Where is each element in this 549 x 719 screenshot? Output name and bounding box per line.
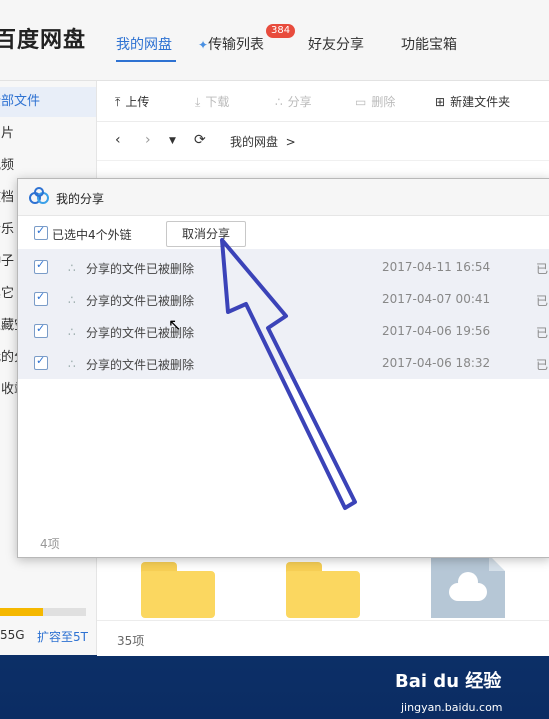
breadcrumb-root: 我的网盘 <box>230 135 279 149</box>
share-row[interactable]: ∴ 分享的文件已被删除 2017-04-07 00:41 已 <box>18 283 549 315</box>
row-checkbox[interactable] <box>34 322 48 338</box>
download-button[interactable]: ⤓ 下载 <box>195 93 229 110</box>
share-date: 2017-04-06 19:56 <box>382 324 491 338</box>
sidebar-item-images[interactable]: 图片 <box>0 119 96 149</box>
status-bar: 35项 <box>97 620 549 656</box>
top-bar: 百度网盘 我的网盘 ✦传输列表 384 好友分享 功能宝箱 <box>0 0 549 81</box>
upload-label: 上传 <box>125 95 150 109</box>
share-date: 2017-04-07 00:41 <box>382 292 491 306</box>
row-checkbox[interactable] <box>34 354 48 370</box>
dialog-header: 我的分享 <box>18 179 549 216</box>
watermark-url: jingyan.baidu.com <box>401 701 503 714</box>
trash-icon: ▭ <box>355 95 367 109</box>
breadcrumb-separator: > <box>285 135 296 149</box>
new-folder-button[interactable]: ⊞ 新建文件夹 <box>435 93 510 110</box>
share-list: ∴ 分享的文件已被删除 2017-04-11 16:54 已 ∴ 分享的文件已被… <box>18 249 549 379</box>
share-icon: ∴ <box>275 95 283 109</box>
toolbar: ⤒ 上传 ⤓ 下载 ∴ 分享 ▭ 删除 ⊞ 新建文件夹 <box>97 81 549 122</box>
selected-count-label: 已选中4个外链 <box>52 228 132 242</box>
cancel-share-button[interactable]: 取消分享 <box>166 221 246 247</box>
folder-item[interactable] <box>286 562 360 618</box>
cloud-file-item[interactable] <box>431 555 505 618</box>
baidu-netdisk-logo-icon <box>29 187 49 204</box>
tab-toolbox[interactable]: 功能宝箱 <box>401 34 457 54</box>
share-link-icon: ∴ <box>68 325 76 339</box>
share-name: 分享的文件已被删除 <box>86 294 195 308</box>
share-status: 已 <box>536 358 549 372</box>
select-all-checkbox[interactable] <box>34 224 48 240</box>
share-label: 分享 <box>287 95 312 109</box>
mouse-cursor-icon: ↖ <box>168 315 182 334</box>
expand-quota-link[interactable]: 扩容至5T <box>37 628 88 645</box>
new-folder-label: 新建文件夹 <box>450 95 511 109</box>
delete-button[interactable]: ▭ 删除 <box>355 93 395 110</box>
delete-label: 删除 <box>371 95 396 109</box>
share-name: 分享的文件已被删除 <box>86 262 195 276</box>
tab-friend-share[interactable]: 好友分享 <box>308 34 364 54</box>
share-row[interactable]: ∴ 分享的文件已被删除 2017-04-11 16:54 已 <box>18 251 549 283</box>
share-count: 4项 <box>40 537 60 551</box>
watermark-logo-text: Bai du 经验 <box>395 671 502 692</box>
share-link-icon: ∴ <box>68 261 76 275</box>
new-folder-icon: ⊞ <box>435 95 446 109</box>
quota-bar-fill <box>0 608 43 616</box>
quota-used-label: 55G <box>0 628 25 642</box>
share-link-icon: ∴ <box>68 293 76 307</box>
sidebar-item-all-files[interactable]: 全部文件 <box>0 87 96 117</box>
share-status: 已 <box>536 262 549 276</box>
upload-button[interactable]: ⤒ 上传 <box>115 93 149 110</box>
tab-transfer-label: 传输列表 <box>208 37 265 53</box>
row-checkbox[interactable] <box>34 258 48 274</box>
app-brand: 百度网盘 <box>0 28 87 53</box>
share-name: 分享的文件已被删除 <box>86 358 195 372</box>
download-icon: ⤓ <box>195 95 201 109</box>
forward-icon[interactable]: › <box>145 132 151 148</box>
baidu-jingyan-watermark: Bai du 经验 jingyan.baidu.com <box>395 667 503 714</box>
share-row[interactable]: ∴ 分享的文件已被删除 2017-04-06 19:56 已 <box>18 315 549 347</box>
share-date: 2017-04-11 16:54 <box>382 260 491 274</box>
selection-row: 已选中4个外链 <box>18 216 549 248</box>
nav-bar: ‹ › ▼ ⟳ 我的网盘 > <box>97 122 549 161</box>
quota-bar <box>0 608 86 616</box>
share-status: 已 <box>536 326 549 340</box>
share-status: 已 <box>536 294 549 308</box>
tab-transfer-list[interactable]: ✦传输列表 <box>198 34 264 54</box>
transfer-count-badge: 384 <box>266 24 296 38</box>
download-label: 下载 <box>205 95 230 109</box>
cloud-icon <box>449 572 487 601</box>
share-link-icon: ∴ <box>68 357 76 371</box>
folder-item[interactable] <box>141 562 215 618</box>
active-tab-underline <box>116 60 176 62</box>
folder-icon <box>141 571 215 618</box>
upload-icon: ⤒ <box>115 95 121 109</box>
share-row[interactable]: ∴ 分享的文件已被删除 2017-04-06 18:32 已 <box>18 347 549 379</box>
refresh-icon[interactable]: ⟳ <box>194 132 206 148</box>
share-date: 2017-04-06 18:32 <box>382 356 491 370</box>
sparkle-icon: ✦ <box>198 38 209 52</box>
breadcrumb[interactable]: 我的网盘 > <box>230 133 296 150</box>
my-share-dialog: 我的分享 已选中4个外链 取消分享 ∴ 分享的文件已被删除 2017-04-11… <box>17 178 549 558</box>
folder-icon <box>286 571 360 618</box>
sidebar-item-videos[interactable]: 视频 <box>0 151 96 181</box>
tab-my-disk[interactable]: 我的网盘 <box>116 34 172 54</box>
item-count: 35项 <box>117 634 145 648</box>
share-button[interactable]: ∴ 分享 <box>275 93 312 110</box>
history-dropdown-icon[interactable]: ▼ <box>169 136 176 146</box>
dialog-title: 我的分享 <box>56 192 105 206</box>
back-icon[interactable]: ‹ <box>115 132 121 148</box>
row-checkbox[interactable] <box>34 290 48 306</box>
